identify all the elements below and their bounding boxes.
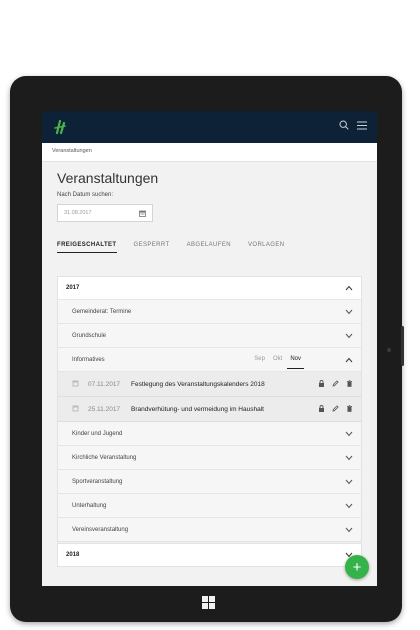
chevron-down-icon[interactable] [345, 431, 353, 437]
chevron-down-icon[interactable] [345, 309, 353, 315]
month-tab[interactable]: Okt [273, 356, 282, 362]
category-row[interactable]: Kinder und Jugend [58, 422, 361, 446]
windows-home-button[interactable] [202, 596, 215, 609]
event-row[interactable]: 25.11.2017 Brandverhütung- und vermeidun… [58, 397, 361, 422]
year-header-2017[interactable]: 2017 [58, 277, 361, 300]
category-label: Kirchliche Veranstaltung [72, 454, 137, 461]
top-bar [42, 111, 377, 143]
plus-icon: + [352, 558, 362, 576]
category-label: Informatives [72, 356, 105, 363]
category-label: Vereinsveranstaltung [72, 526, 129, 533]
edit-icon[interactable] [332, 380, 339, 387]
search-icon[interactable] [339, 120, 349, 130]
date-search-value: 31.08.2017 [64, 210, 92, 216]
delete-icon[interactable] [346, 380, 353, 387]
app-screen: Veranstaltungen Veranstaltungen Nach Dat… [42, 111, 377, 586]
chevron-down-icon[interactable] [345, 503, 353, 509]
category-row[interactable]: Grundschule [58, 324, 361, 348]
app-logo-icon[interactable] [52, 119, 68, 135]
category-label: Sportveranstaltung [72, 478, 123, 485]
breadcrumb[interactable]: Veranstaltungen [52, 148, 92, 154]
chevron-up-icon[interactable] [345, 357, 353, 363]
tablet-side-button [401, 326, 404, 366]
year-header-2018[interactable]: 2018 [57, 543, 362, 567]
category-row[interactable]: Sportveranstaltung [58, 470, 361, 494]
lock-icon[interactable] [318, 380, 325, 387]
event-actions [318, 380, 353, 387]
page-title: Veranstaltungen [57, 170, 159, 186]
month-tab-active[interactable]: Nov [287, 356, 304, 369]
delete-icon[interactable] [346, 405, 353, 412]
tab-gesperrt[interactable]: GESPERRT [134, 242, 178, 253]
event-date: 25.11.2017 [88, 405, 121, 413]
tab-freigeschaltet[interactable]: FREIGESCHALTET [57, 242, 125, 253]
chevron-down-icon[interactable] [345, 333, 353, 339]
year-panel-2017: 2017 Gemeinderat: Termine Grundschule In… [57, 276, 362, 542]
year-label: 2017 [66, 285, 80, 291]
tab-vorlagen[interactable]: VORLAGEN [248, 242, 293, 253]
date-search-input[interactable]: 31.08.2017 [57, 204, 153, 222]
event-title[interactable]: Festlegung des Veranstaltungskalenders 2… [131, 381, 265, 388]
event-calendar-icon [72, 380, 79, 387]
event-title[interactable]: Brandverhütung- und vermeidung im Hausha… [131, 406, 264, 413]
date-search-label: Nach Datum suchen: [57, 192, 114, 198]
chevron-down-icon[interactable] [345, 479, 353, 485]
event-calendar-icon [72, 405, 79, 412]
category-row[interactable]: Vereinsveranstaltung [58, 518, 361, 541]
category-label: Gemeinderat: Termine [72, 308, 132, 315]
chevron-down-icon[interactable] [345, 455, 353, 461]
event-row[interactable]: 07.11.2017 Festlegung des Veranstaltungs… [58, 372, 361, 397]
add-event-button[interactable]: + [345, 555, 369, 579]
chevron-down-icon[interactable] [345, 527, 353, 533]
category-row[interactable]: Gemeinderat: Termine [58, 300, 361, 324]
page-header: Veranstaltungen Nach Datum suchen: 31.08… [42, 162, 377, 258]
calendar-icon[interactable] [139, 210, 146, 217]
breadcrumb-bar: Veranstaltungen [42, 143, 377, 162]
lock-icon[interactable] [318, 405, 325, 412]
year-label: 2018 [66, 552, 80, 558]
chevron-up-icon[interactable] [345, 285, 353, 291]
category-label: Grundschule [72, 332, 107, 339]
category-label: Kinder und Jugend [72, 430, 123, 437]
event-date: 07.11.2017 [88, 380, 121, 388]
category-label: Unterhaltung [72, 502, 107, 509]
tab-abgelaufen[interactable]: ABGELAUFEN [187, 242, 239, 253]
category-row-expanded[interactable]: Informatives Sep Okt Nov [58, 348, 361, 372]
status-tabs: FREIGESCHALTET GESPERRT ABGELAUFEN VORLA… [57, 242, 302, 253]
menu-icon[interactable] [357, 121, 367, 130]
edit-icon[interactable] [332, 405, 339, 412]
month-tab[interactable]: Sep [254, 356, 265, 362]
category-row[interactable]: Kirchliche Veranstaltung [58, 446, 361, 470]
tablet-sensor [387, 348, 391, 352]
category-row[interactable]: Unterhaltung [58, 494, 361, 518]
event-actions [318, 405, 353, 412]
month-filter: Sep Okt Nov [254, 356, 304, 369]
